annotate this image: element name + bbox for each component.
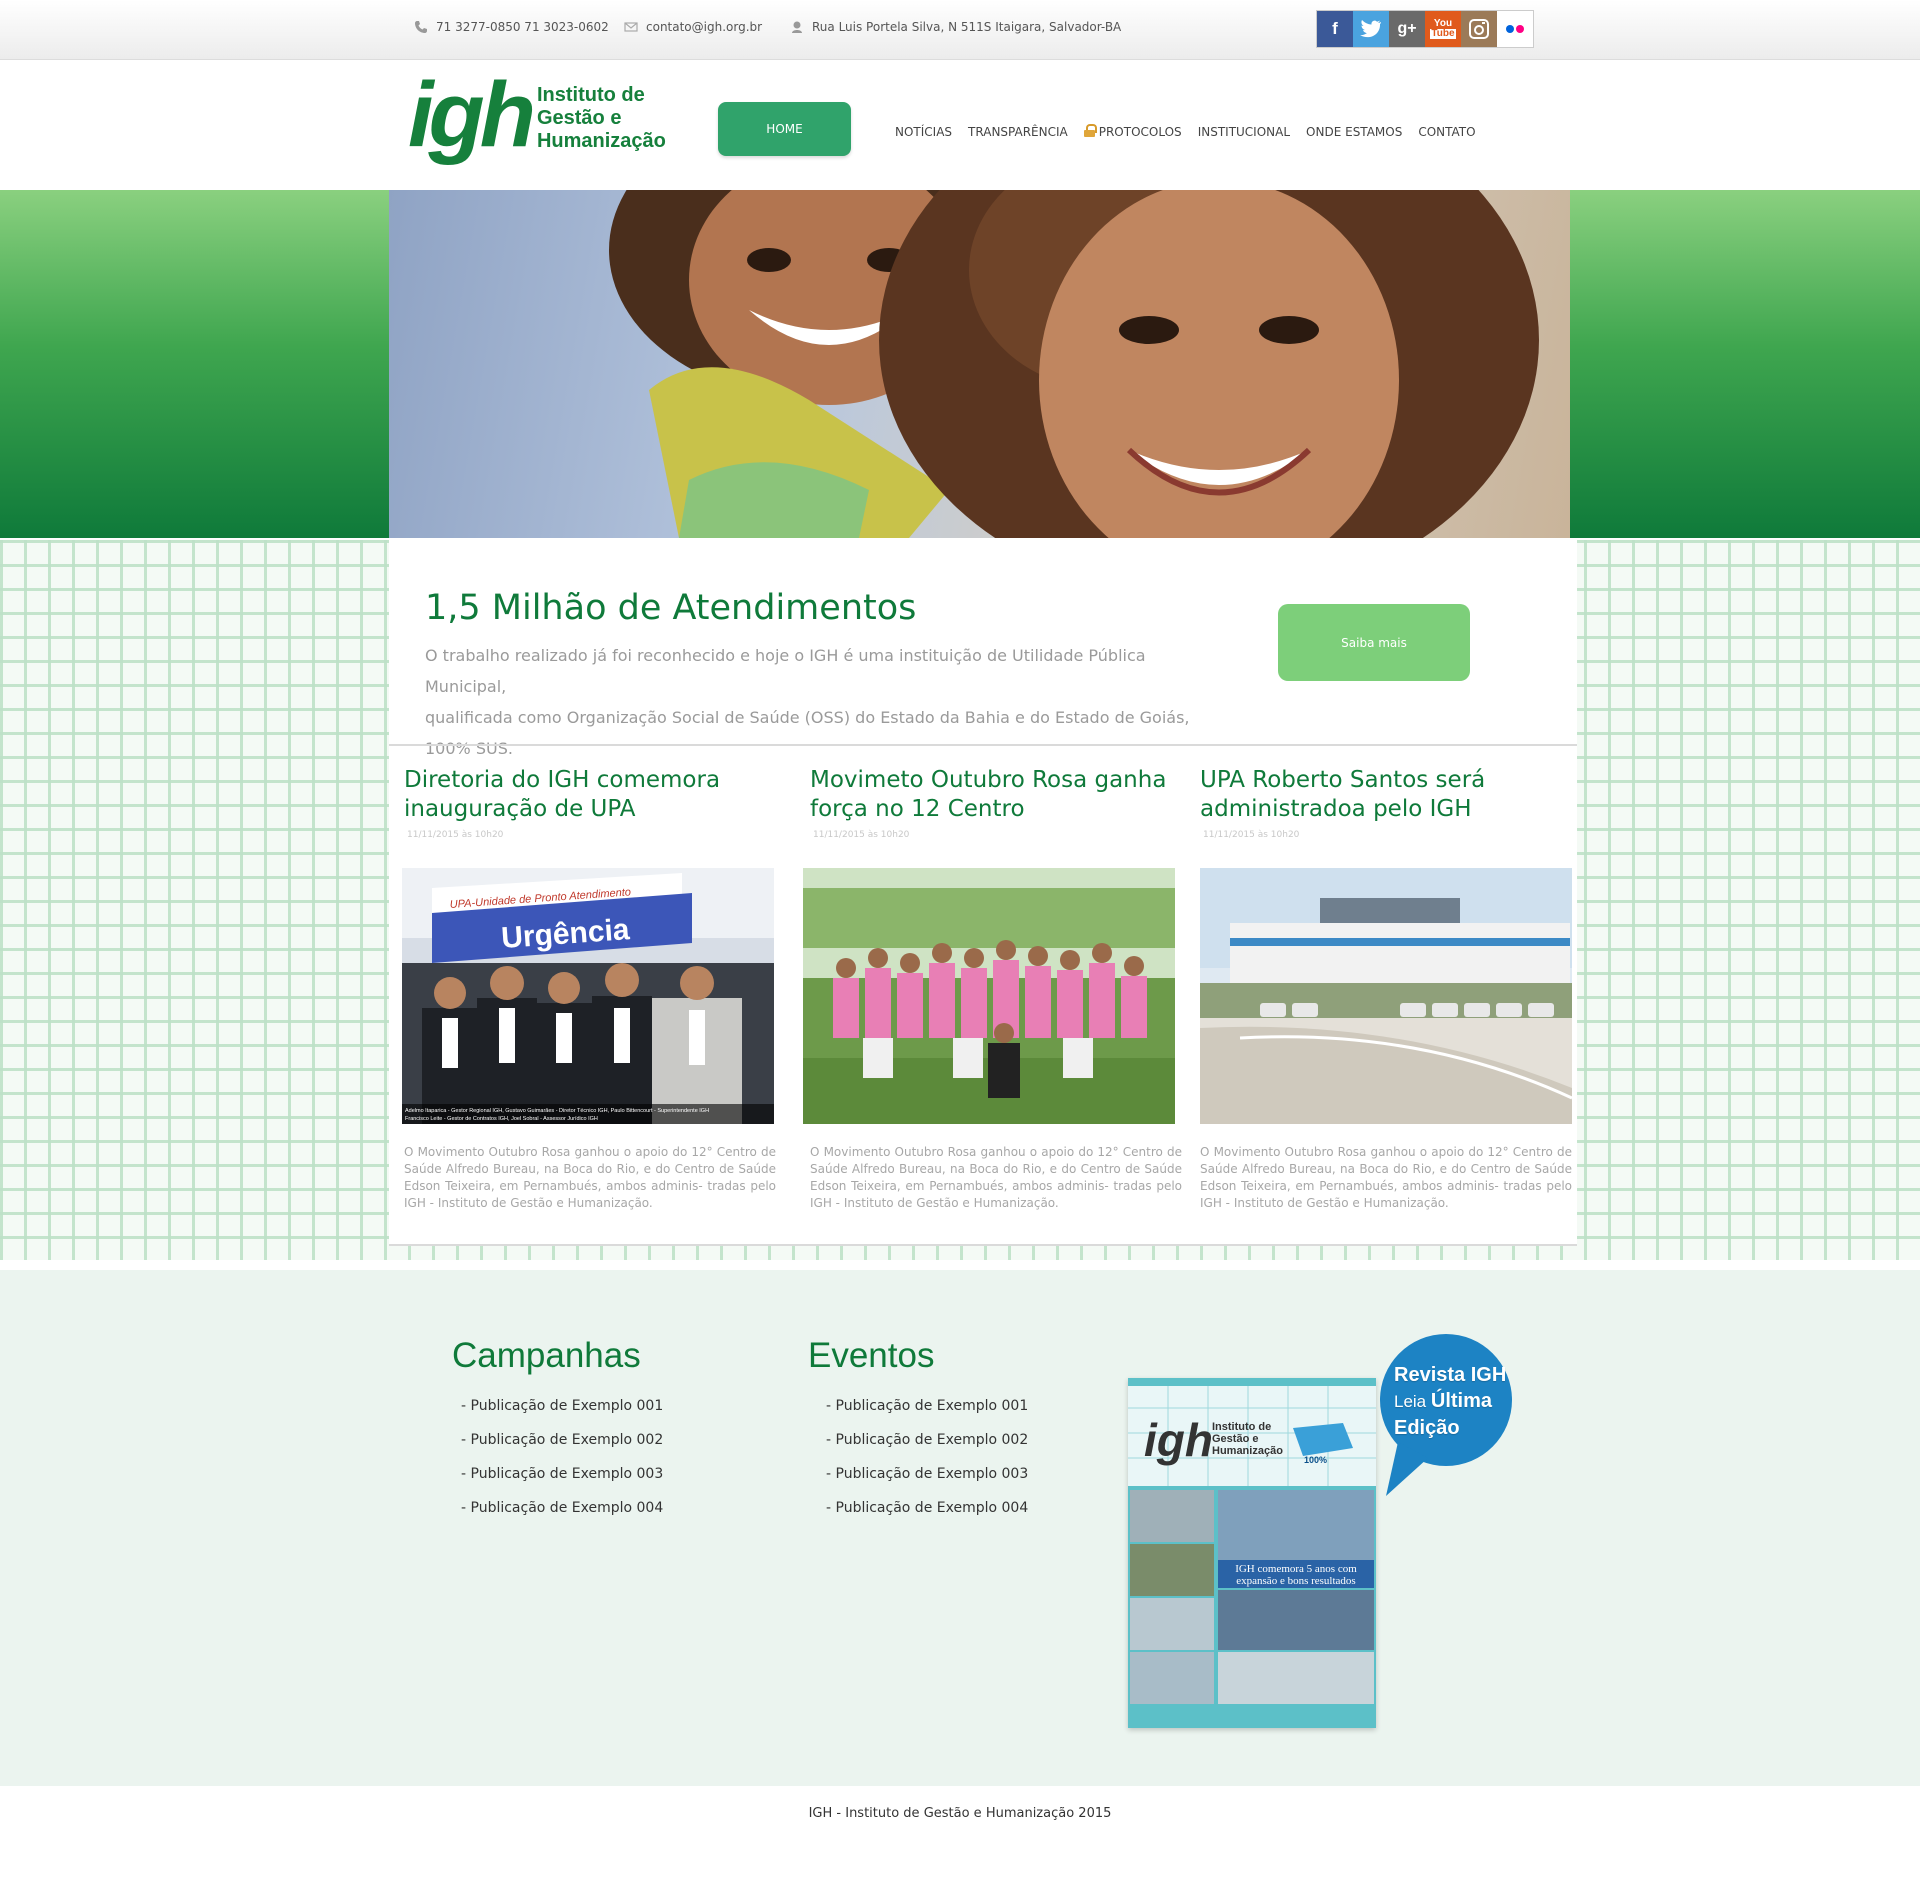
address-info: Rua Luis Portela Silva, N 511S Itaigara,… [790,20,1121,34]
section-divider [389,1244,1577,1246]
news-date: 11/11/2015 às 10h20 [1203,830,1300,840]
nav-item-institucional[interactable]: INSTITUCIONAL [1198,125,1290,139]
cover-logo-line-1: Instituto de [1212,1421,1271,1433]
photo-caption-1: Adelmo Itaparica - Gestor Regional IGH, … [405,1108,709,1114]
cover-headline-1: IGH comemora 5 anos com [1235,1563,1357,1575]
bubble-line-2b: Última [1430,1390,1492,1412]
upa-building-photo [1200,868,1572,1124]
google-plus-icon[interactable]: g+ [1389,11,1425,47]
logo-line-3: Humanização [536,129,666,152]
phone-icon [415,21,427,33]
envelope-icon [624,22,638,32]
evento-item[interactable]: - Publicação de Exemplo 002 [826,1432,1028,1466]
nav-item-noticias[interactable]: NOTÍCIAS [895,125,952,139]
campanhas-list: - Publicação de Exemplo 001 - Publicação… [461,1398,663,1534]
news-body: O Movimento Outubro Rosa ganhou o apoio … [1200,1145,1572,1210]
youtube-icon[interactable]: You Tube [1425,11,1461,47]
phone-info: 71 3277-0850 71 3023-0602 [414,20,609,34]
campanha-item[interactable]: - Publicação de Exemplo 003 [461,1466,663,1500]
address-text: Rua Luis Portela Silva, N 511S Itaigara,… [812,20,1122,34]
campanhas-title: Campanhas [452,1336,641,1375]
instagram-icon[interactable] [1461,11,1497,47]
main-nav: NOTÍCIAS TRANSPARÊNCIA PROTOCOLOS INSTIT… [895,124,1476,139]
news-title[interactable]: UPA Roberto Santos será administradoa pe… [1200,766,1572,824]
news-title[interactable]: Diretoria do IGH comemora inauguração de… [404,766,776,824]
cover-logo-line-2: Gestão e [1212,1433,1258,1445]
news-image[interactable] [1200,868,1572,1124]
campanha-item[interactable]: - Publicação de Exemplo 004 [461,1500,663,1534]
cover-badge: 100% [1304,1455,1327,1465]
news-date: 11/11/2015 às 10h20 [407,830,504,840]
highlight-line-2: qualificada como Organização Social de S… [425,708,1190,758]
bubble-line-1: Revista IGH [1394,1364,1507,1386]
campanha-item[interactable]: - Publicação de Exemplo 001 [461,1398,663,1432]
email-text[interactable]: contato@igh.org.br [646,20,762,34]
news-card[interactable]: Diretoria do IGH comemora inauguração de… [402,766,776,1210]
nav-item-protocolos[interactable]: PROTOCOLOS [1083,124,1182,139]
evento-item[interactable]: - Publicação de Exemplo 001 [826,1398,1028,1432]
news-body: O Movimento Outubro Rosa ganhou o apoio … [404,1145,776,1210]
news-title[interactable]: Movimeto Outubro Rosa ganha força no 12 … [810,766,1182,824]
igh-logo[interactable]: igh Instituto de Gestão e Humanização [408,64,666,166]
highlight-line-1: O trabalho realizado já foi reconhecido … [425,646,1146,696]
bubble-line-2: Leia Última [1394,1388,1506,1415]
social-links: f g+ You Tube [1316,10,1534,48]
nav-home-button[interactable]: HOME [718,102,851,156]
news-date: 11/11/2015 às 10h20 [813,830,910,840]
footer-text: IGH - Instituto de Gestão e Humanização … [808,1806,1112,1821]
cover-headline-2: expansão e bons resultados [1236,1575,1355,1587]
hero-photo-illustration [609,190,1539,538]
revista-bubble-text[interactable]: Revista IGH Leia Última Edição [1394,1362,1506,1441]
logo-words: Instituto de Gestão e Humanização [537,84,666,153]
saiba-mais-button[interactable]: Saiba mais [1278,604,1470,681]
revista-cover-art: igh Instituto de Gestão e Humanização 10… [1128,1378,1376,1728]
location-pin-icon [792,21,802,33]
bubble-line-2a: Leia [1394,1392,1431,1411]
nav-item-contato[interactable]: CONTATO [1418,125,1475,139]
eventos-title: Eventos [808,1336,935,1375]
phone-text: 71 3277-0850 71 3023-0602 [436,20,609,34]
hero-image [389,190,1570,538]
footer [0,1786,1920,1885]
section-divider [389,744,1577,746]
twitter-icon[interactable] [1353,11,1389,47]
evento-item[interactable]: - Publicação de Exemplo 004 [826,1500,1028,1534]
cover-logo-line-3: Humanização [1212,1445,1283,1457]
logo-mark: igh [408,64,536,166]
news-body: O Movimento Outubro Rosa ganhou o apoio … [810,1145,1182,1210]
flickr-icon[interactable] [1497,11,1533,47]
nav-item-protocolos-label: PROTOCOLOS [1098,125,1182,139]
campanha-item[interactable]: - Publicação de Exemplo 002 [461,1432,663,1466]
evento-item[interactable]: - Publicação de Exemplo 003 [826,1466,1028,1500]
news-image[interactable] [803,868,1175,1124]
cover-logo-mark: igh [1144,1414,1213,1466]
facebook-icon[interactable]: f [1317,11,1353,47]
logo-line-2: Gestão e [536,106,622,129]
news-image[interactable]: UPA-Unidade de Pronto Atendimento Urgênc… [402,868,774,1124]
photo-caption-2: Francisco Leite - Gestor de Contratos IG… [405,1116,598,1122]
upa-inauguration-photo: UPA-Unidade de Pronto Atendimento Urgênc… [402,868,774,1124]
news-card[interactable]: UPA Roberto Santos será administradoa pe… [1200,766,1572,1210]
nav-item-onde-estamos[interactable]: ONDE ESTAMOS [1306,125,1402,139]
highlight-title: 1,5 Milhão de Atendimentos [425,588,917,628]
nav-item-transparencia[interactable]: TRANSPARÊNCIA [968,125,1068,139]
outubro-rosa-group-photo [803,868,1175,1124]
lock-icon [1083,124,1097,137]
eventos-list: - Publicação de Exemplo 001 - Publicação… [826,1398,1028,1534]
revista-cover[interactable]: igh Instituto de Gestão e Humanização 10… [1128,1378,1376,1728]
bubble-line-3: Edição [1394,1417,1460,1439]
news-card[interactable]: Movimeto Outubro Rosa ganha força no 12 … [803,766,1182,1210]
email-info[interactable]: contato@igh.org.br [624,20,762,34]
logo-line-1: Instituto de [536,83,645,106]
